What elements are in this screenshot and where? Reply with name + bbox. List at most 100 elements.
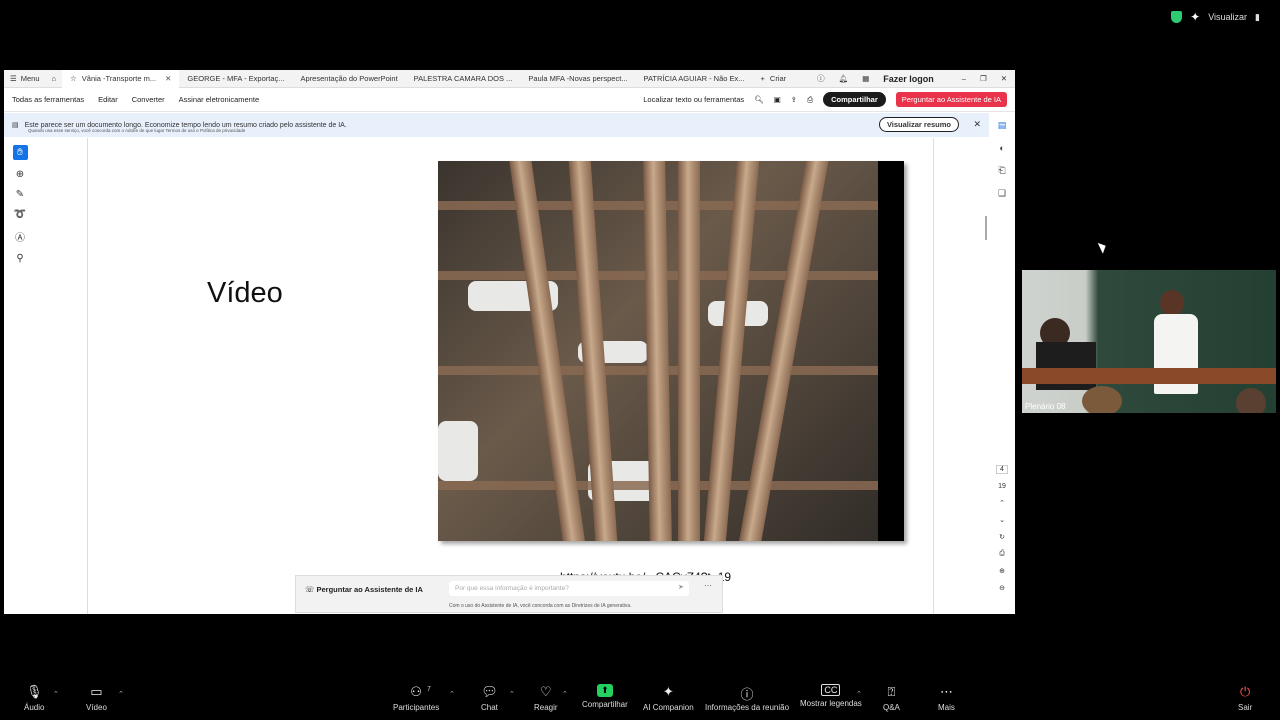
pen-icon[interactable]: ✎	[16, 189, 24, 200]
refresh-icon[interactable]: ↻	[999, 533, 1005, 541]
page-down-icon[interactable]: ⌄	[999, 516, 1005, 524]
bookmark-icon[interactable]: ⎗	[998, 165, 1005, 176]
captions-label: Mostrar legendas	[800, 699, 862, 708]
view-button[interactable]: Visualizar	[1208, 12, 1247, 22]
left-tool-rail: ✋︎ ⊕ ✎ ➰ Ⓐ ⚲	[10, 145, 30, 264]
ai-summary-icon[interactable]: ▤	[998, 120, 1007, 131]
audio-label: Áudio	[24, 703, 45, 712]
leave-button[interactable]: ⏻ Sair	[1238, 684, 1252, 712]
menu-label: Menu	[20, 74, 40, 83]
help-icon[interactable]: ⓘ	[817, 73, 825, 84]
logon-button[interactable]: Fazer logon	[883, 74, 934, 84]
close-window-icon[interactable]: ✕	[1001, 74, 1007, 83]
ai-sparkle-icon[interactable]: ✦	[1190, 10, 1200, 24]
microphone-icon: 🎙︎	[25, 684, 43, 699]
speaker-name: Plenário 08	[1025, 402, 1066, 411]
tab-document-1[interactable]: ☆ Vânia -Transporte m... ✕	[62, 70, 180, 88]
participants-options-chevron-icon[interactable]: ⌃	[449, 690, 455, 698]
leave-label: Sair	[1238, 703, 1253, 712]
ai-sparkle-icon: ✦	[662, 684, 674, 699]
react-label: Reagir	[534, 703, 558, 712]
comment-icon[interactable]: ◐	[999, 143, 1004, 153]
find-button[interactable]: Localizar texto ou ferramentas	[643, 95, 744, 104]
video-options-chevron-icon[interactable]: ⌃	[118, 690, 124, 698]
save-page-icon[interactable]: ⎙	[999, 550, 1005, 558]
save-icon[interactable]: ▣	[774, 95, 781, 104]
ai-assistant-box: ☏︎ Perguntar ao Assistente de IA Por que…	[295, 575, 723, 613]
stamp-icon[interactable]: ⚲	[16, 253, 23, 264]
tab-document-2[interactable]: GEORGE - MFA - Exportaç...	[179, 70, 292, 88]
qa-icon: ⍰	[887, 684, 896, 699]
share-button[interactable]: Compartilhar	[823, 92, 886, 107]
ask-ai-button[interactable]: Perguntar ao Assistente de IA	[895, 92, 1007, 107]
video-button[interactable]: ▭ Vídeo	[86, 684, 107, 712]
more-button[interactable]: ⋯ Mais	[938, 684, 955, 712]
react-button[interactable]: ♡ Reagir	[534, 684, 558, 712]
notification-icon[interactable]: 🔔︎	[839, 74, 849, 83]
audio-options-chevron-icon[interactable]: ⌃	[53, 690, 59, 698]
tab-document-6[interactable]: PATRÍCIA AGUIAR - Não Ex...	[636, 70, 753, 88]
view-grid-icon[interactable]: ▮	[1255, 12, 1260, 23]
participants-button[interactable]: ⚇ Participantes	[393, 684, 439, 712]
qa-button[interactable]: ⍰ Q&A	[883, 684, 900, 712]
ai-chat-icon: ☏︎	[305, 585, 315, 594]
participants-icon: ⚇	[410, 684, 422, 699]
meeting-info-button[interactable]: ⓘ Informações da reunião	[705, 684, 789, 712]
view-summary-button[interactable]: Visualizar resumo	[878, 117, 959, 132]
captions-options-chevron-icon[interactable]: ⌃	[856, 690, 862, 698]
zoom-tool-icon[interactable]: ⊕	[16, 169, 24, 180]
new-tab-button[interactable]: + Criar	[753, 70, 795, 88]
search-icon[interactable]: 🔍︎	[754, 95, 764, 104]
scrollbar-thumb[interactable]	[985, 216, 987, 240]
react-options-chevron-icon[interactable]: ⌃	[562, 690, 568, 698]
chat-options-chevron-icon[interactable]: ⌃	[509, 690, 515, 698]
apps-grid-icon[interactable]: ▦	[862, 74, 869, 83]
ai-assistant-label: ☏︎ Perguntar ao Assistente de IA	[305, 585, 423, 594]
pages-icon[interactable]: ❏	[998, 188, 1006, 199]
chat-button[interactable]: 💬︎ Chat	[481, 684, 498, 712]
more-options-icon[interactable]: ⋯	[704, 581, 712, 590]
tab-document-3[interactable]: Apresentação do PowerPoint	[293, 70, 406, 88]
summary-icon: ▤	[12, 122, 19, 129]
convert-button[interactable]: Converter	[132, 95, 165, 104]
speaker-video-tile[interactable]: Plenário 08	[1022, 270, 1276, 413]
page-up-icon[interactable]: ⌃	[999, 499, 1005, 507]
acrobat-window: ☰ Menu ⌂ ☆ Vânia -Transporte m... ✕ GEOR…	[4, 70, 1015, 614]
current-page[interactable]: 4	[996, 465, 1008, 474]
text-box-icon[interactable]: Ⓐ	[15, 229, 25, 244]
upload-icon[interactable]: ⇪	[791, 95, 797, 104]
close-tab-icon[interactable]: ✕	[165, 74, 171, 83]
sign-button[interactable]: Assinar eletronicamente	[179, 95, 259, 104]
zoom-in-icon[interactable]: ⊕	[999, 567, 1005, 575]
zoom-out-icon[interactable]: ⊖	[999, 584, 1005, 592]
tab-document-4[interactable]: PALESTRA CAMARA DOS ...	[406, 70, 521, 88]
minimize-icon[interactable]: –	[962, 74, 966, 83]
share-screen-button[interactable]: ⬆ Compartilhar	[582, 684, 628, 709]
hamburger-icon: ☰	[10, 74, 17, 83]
select-hand-icon[interactable]: ✋︎	[12, 145, 28, 160]
ai-companion-button[interactable]: ✦ AI Companion	[643, 684, 694, 712]
lasso-icon[interactable]: ➰	[14, 209, 26, 220]
closed-captions-icon: CC	[821, 684, 841, 696]
security-shield-icon[interactable]	[1171, 11, 1183, 23]
ai-question-input[interactable]: Por que essa informação é importante?	[449, 581, 689, 596]
share-label: Compartilhar	[582, 700, 628, 709]
qa-label: Q&A	[883, 703, 900, 712]
all-tools-button[interactable]: Todas as ferramentas	[12, 95, 84, 104]
print-icon[interactable]: ⎙	[807, 95, 813, 105]
send-icon[interactable]: ➤	[678, 583, 684, 591]
audio-button[interactable]: 🎙︎ Áudio	[24, 684, 44, 712]
tab-document-5[interactable]: Paula MFA -Novas perspect...	[520, 70, 635, 88]
video-label: Vídeo	[86, 703, 107, 712]
star-icon[interactable]: ☆	[70, 74, 77, 83]
edit-button[interactable]: Editar	[98, 95, 118, 104]
menu-button[interactable]: ☰ Menu	[4, 74, 46, 83]
restore-icon[interactable]: ❐	[980, 74, 987, 83]
close-banner-icon[interactable]: ✕	[973, 119, 981, 130]
captions-button[interactable]: CC Mostrar legendas	[800, 684, 862, 708]
chat-label: Chat	[481, 703, 498, 712]
tab-label: Vânia -Transporte m...	[81, 74, 157, 83]
home-icon[interactable]: ⌂	[46, 74, 63, 83]
camera-icon: ▭	[90, 684, 103, 699]
video-thumbnail-image[interactable]	[438, 161, 904, 541]
